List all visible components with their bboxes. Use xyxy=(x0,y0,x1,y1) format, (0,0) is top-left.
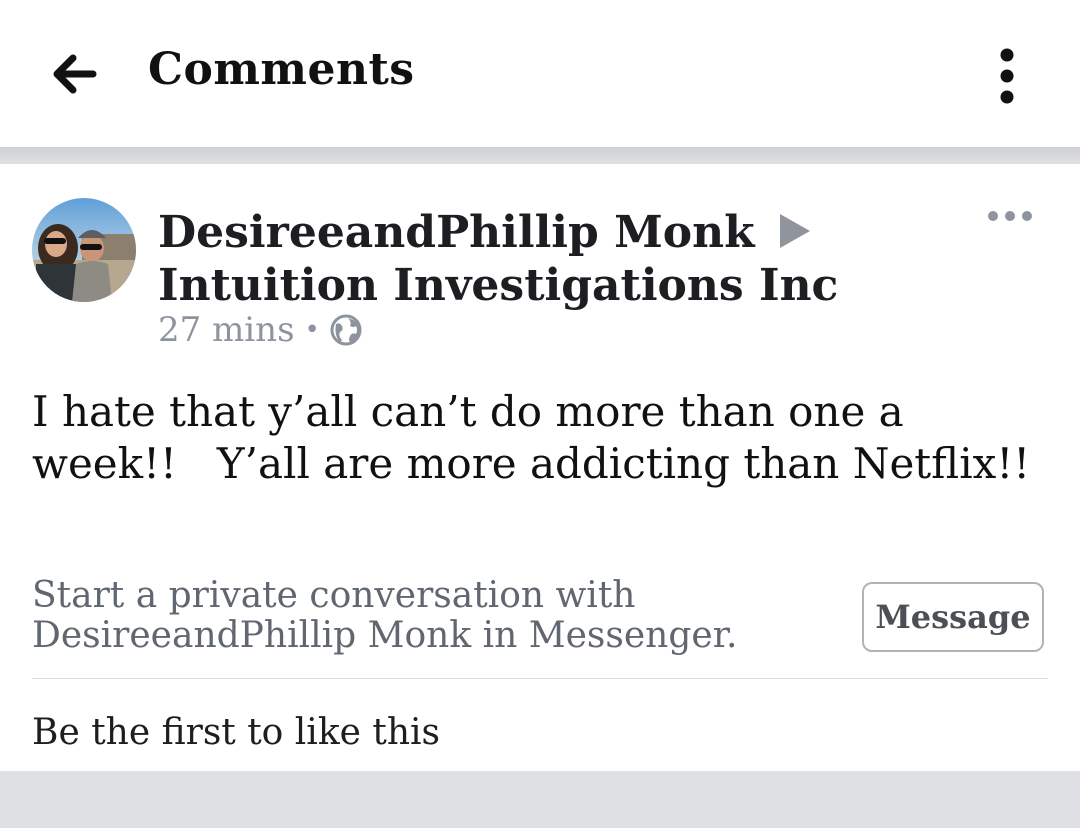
comment-card: DesireeandPhillip Monk Intuition Investi… xyxy=(0,164,1080,771)
author-name[interactable]: DesireeandPhillip Monk xyxy=(158,207,755,258)
ellipsis-icon xyxy=(988,211,1032,221)
meta-separator: • xyxy=(304,315,320,345)
author-line: DesireeandPhillip Monk xyxy=(158,208,918,261)
comments-screen: Comments DesireeandPhillip Monk Intuitio… xyxy=(0,0,1080,828)
page-title: Comments xyxy=(148,44,415,95)
overflow-menu-button[interactable] xyxy=(982,40,1032,110)
likes-summary: Be the first to like this xyxy=(32,712,441,753)
messenger-prompt: Start a private conversation with Desire… xyxy=(32,575,738,656)
avatar[interactable] xyxy=(32,198,136,302)
message-button[interactable]: Message xyxy=(862,582,1044,652)
divider xyxy=(32,678,1048,679)
comment-body: I hate that y’all can’t do more than one… xyxy=(32,387,1031,488)
post-meta: 27 mins • xyxy=(158,310,362,350)
back-arrow-icon xyxy=(53,54,97,94)
target-page-name[interactable]: Intuition Investigations Inc xyxy=(158,260,918,311)
top-bar: Comments xyxy=(0,0,1080,147)
comment-header: DesireeandPhillip Monk Intuition Investi… xyxy=(158,208,918,311)
timestamp[interactable]: 27 mins xyxy=(158,310,295,350)
kebab-menu-icon xyxy=(1000,48,1014,104)
comment-options-button[interactable] xyxy=(980,202,1040,230)
header-divider xyxy=(0,147,1080,164)
globe-icon xyxy=(330,314,362,346)
back-button[interactable] xyxy=(44,46,104,102)
right-triangle-icon xyxy=(778,211,812,261)
